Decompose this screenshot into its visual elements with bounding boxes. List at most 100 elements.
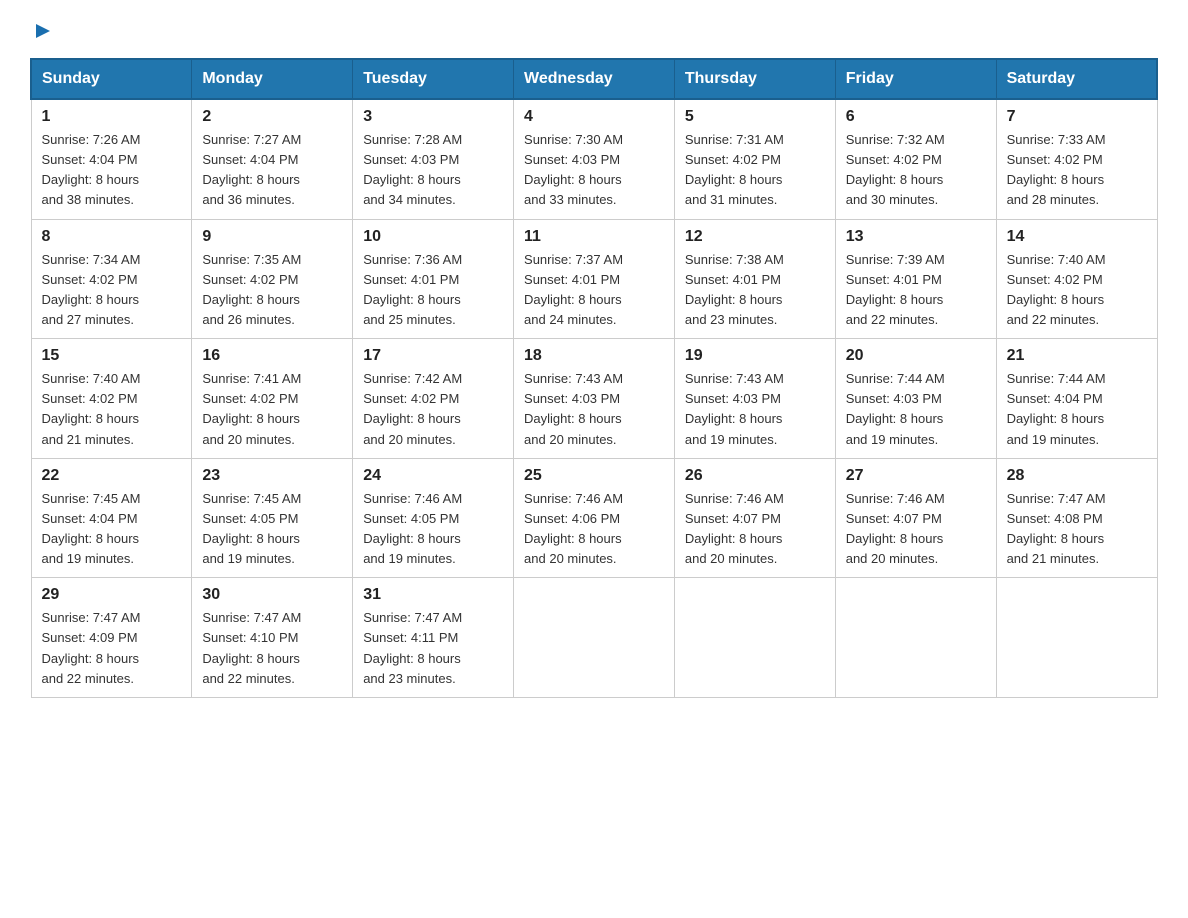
day-info: Sunrise: 7:38 AMSunset: 4:01 PMDaylight:… xyxy=(685,250,825,331)
day-info: Sunrise: 7:46 AMSunset: 4:07 PMDaylight:… xyxy=(685,489,825,570)
day-info: Sunrise: 7:46 AMSunset: 4:06 PMDaylight:… xyxy=(524,489,664,570)
calendar-day-cell: 12 Sunrise: 7:38 AMSunset: 4:01 PMDayligh… xyxy=(674,219,835,339)
day-number: 27 xyxy=(846,467,986,485)
calendar-week-row: 22Sunrise: 7:45 AMSunset: 4:04 PMDayligh… xyxy=(31,458,1157,578)
day-info: Sunrise: 7:46 AMSunset: 4:05 PMDaylight:… xyxy=(363,489,503,570)
calendar-day-cell: 26 Sunrise: 7:46 AMSunset: 4:07 PMDayligh… xyxy=(674,458,835,578)
calendar-day-cell: 7 Sunrise: 7:33 AMSunset: 4:02 PMDaylight… xyxy=(996,99,1157,219)
day-number: 23 xyxy=(202,467,342,485)
day-info: Sunrise: 7:28 AMSunset: 4:03 PMDaylight:… xyxy=(363,130,503,211)
day-info: Sunrise: 7:27 AMSunset: 4:04 PMDaylight:… xyxy=(202,130,342,211)
header-monday: Monday xyxy=(192,59,353,99)
day-number: 15 xyxy=(42,347,182,365)
day-number: 11 xyxy=(524,228,664,246)
day-number: 24 xyxy=(363,467,503,485)
day-info: Sunrise: 7:40 AMSunset: 4:02 PMDaylight:… xyxy=(1007,250,1147,331)
day-info: Sunrise: 7:47 AMSunset: 4:11 PMDaylight:… xyxy=(363,608,503,689)
calendar-day-cell: 31 Sunrise: 7:47 AMSunset: 4:11 PMDayligh… xyxy=(353,578,514,698)
header-saturday: Saturday xyxy=(996,59,1157,99)
day-info: Sunrise: 7:47 AMSunset: 4:09 PMDaylight:… xyxy=(42,608,182,689)
day-number: 30 xyxy=(202,586,342,604)
calendar-body: 1 Sunrise: 7:26 AMSunset: 4:04 PMDaylight… xyxy=(31,99,1157,697)
day-info: Sunrise: 7:30 AMSunset: 4:03 PMDaylight:… xyxy=(524,130,664,211)
empty-cell xyxy=(996,578,1157,698)
day-number: 21 xyxy=(1007,347,1147,365)
day-info: Sunrise: 7:41 AMSunset: 4:02 PMDaylight:… xyxy=(202,369,342,450)
calendar-day-cell: 2 Sunrise: 7:27 AMSunset: 4:04 PMDaylight… xyxy=(192,99,353,219)
calendar-day-cell: 9 Sunrise: 7:35 AMSunset: 4:02 PMDaylight… xyxy=(192,219,353,339)
day-info: Sunrise: 7:35 AMSunset: 4:02 PMDaylight:… xyxy=(202,250,342,331)
day-number: 6 xyxy=(846,108,986,126)
day-info: Sunrise: 7:26 AMSunset: 4:04 PMDaylight:… xyxy=(42,130,182,211)
calendar-day-cell: 22Sunrise: 7:45 AMSunset: 4:04 PMDayligh… xyxy=(31,458,192,578)
empty-cell xyxy=(514,578,675,698)
day-info: Sunrise: 7:33 AMSunset: 4:02 PMDaylight:… xyxy=(1007,130,1147,211)
day-info: Sunrise: 7:45 AMSunset: 4:04 PMDaylight:… xyxy=(42,489,182,570)
day-number: 7 xyxy=(1007,108,1147,126)
calendar-day-cell: 19Sunrise: 7:43 AMSunset: 4:03 PMDayligh… xyxy=(674,339,835,459)
day-number: 29 xyxy=(42,586,182,604)
day-info: Sunrise: 7:44 AMSunset: 4:03 PMDaylight:… xyxy=(846,369,986,450)
day-number: 28 xyxy=(1007,467,1147,485)
calendar-day-cell: 4Sunrise: 7:30 AMSunset: 4:03 PMDaylight… xyxy=(514,99,675,219)
calendar-week-row: 15 Sunrise: 7:40 AMSunset: 4:02 PMDayligh… xyxy=(31,339,1157,459)
calendar-day-cell: 28 Sunrise: 7:47 AMSunset: 4:08 PMDayligh… xyxy=(996,458,1157,578)
day-info: Sunrise: 7:31 AMSunset: 4:02 PMDaylight:… xyxy=(685,130,825,211)
day-number: 13 xyxy=(846,228,986,246)
day-number: 26 xyxy=(685,467,825,485)
day-number: 1 xyxy=(42,108,182,126)
day-info: Sunrise: 7:39 AMSunset: 4:01 PMDaylight:… xyxy=(846,250,986,331)
calendar-day-cell: 24 Sunrise: 7:46 AMSunset: 4:05 PMDayligh… xyxy=(353,458,514,578)
calendar-header: Sunday Monday Tuesday Wednesday Thursday… xyxy=(31,59,1157,99)
day-number: 17 xyxy=(363,347,503,365)
day-number: 25 xyxy=(524,467,664,485)
calendar-day-cell: 27 Sunrise: 7:46 AMSunset: 4:07 PMDayligh… xyxy=(835,458,996,578)
day-info: Sunrise: 7:40 AMSunset: 4:02 PMDaylight:… xyxy=(42,369,182,450)
day-info: Sunrise: 7:46 AMSunset: 4:07 PMDaylight:… xyxy=(846,489,986,570)
day-info: Sunrise: 7:45 AMSunset: 4:05 PMDaylight:… xyxy=(202,489,342,570)
header xyxy=(30,20,1158,42)
day-number: 8 xyxy=(42,228,182,246)
day-number: 18 xyxy=(524,347,664,365)
day-info: Sunrise: 7:32 AMSunset: 4:02 PMDaylight:… xyxy=(846,130,986,211)
calendar-day-cell: 15 Sunrise: 7:40 AMSunset: 4:02 PMDayligh… xyxy=(31,339,192,459)
day-number: 31 xyxy=(363,586,503,604)
day-info: Sunrise: 7:43 AMSunset: 4:03 PMDaylight:… xyxy=(524,369,664,450)
calendar-day-cell: 30 Sunrise: 7:47 AMSunset: 4:10 PMDayligh… xyxy=(192,578,353,698)
calendar-day-cell: 5 Sunrise: 7:31 AMSunset: 4:02 PMDaylight… xyxy=(674,99,835,219)
day-number: 12 xyxy=(685,228,825,246)
day-number: 16 xyxy=(202,347,342,365)
day-info: Sunrise: 7:37 AMSunset: 4:01 PMDaylight:… xyxy=(524,250,664,331)
header-thursday: Thursday xyxy=(674,59,835,99)
day-info: Sunrise: 7:47 AMSunset: 4:08 PMDaylight:… xyxy=(1007,489,1147,570)
day-number: 14 xyxy=(1007,228,1147,246)
logo-arrow-icon xyxy=(32,20,54,42)
day-number: 2 xyxy=(202,108,342,126)
calendar-day-cell: 11 Sunrise: 7:37 AMSunset: 4:01 PMDayligh… xyxy=(514,219,675,339)
calendar-week-row: 8Sunrise: 7:34 AMSunset: 4:02 PMDaylight… xyxy=(31,219,1157,339)
day-info: Sunrise: 7:44 AMSunset: 4:04 PMDaylight:… xyxy=(1007,369,1147,450)
day-info: Sunrise: 7:36 AMSunset: 4:01 PMDaylight:… xyxy=(363,250,503,331)
calendar-table: Sunday Monday Tuesday Wednesday Thursday… xyxy=(30,58,1158,698)
calendar-day-cell: 29 Sunrise: 7:47 AMSunset: 4:09 PMDayligh… xyxy=(31,578,192,698)
calendar-day-cell: 10 Sunrise: 7:36 AMSunset: 4:01 PMDayligh… xyxy=(353,219,514,339)
calendar-day-cell: 20 Sunrise: 7:44 AMSunset: 4:03 PMDayligh… xyxy=(835,339,996,459)
day-number: 20 xyxy=(846,347,986,365)
day-number: 9 xyxy=(202,228,342,246)
calendar-day-cell: 6 Sunrise: 7:32 AMSunset: 4:02 PMDaylight… xyxy=(835,99,996,219)
empty-cell xyxy=(674,578,835,698)
calendar-day-cell: 17 Sunrise: 7:42 AMSunset: 4:02 PMDayligh… xyxy=(353,339,514,459)
day-number: 19 xyxy=(685,347,825,365)
day-number: 10 xyxy=(363,228,503,246)
calendar-day-cell: 23 Sunrise: 7:45 AMSunset: 4:05 PMDayligh… xyxy=(192,458,353,578)
header-wednesday: Wednesday xyxy=(514,59,675,99)
empty-cell xyxy=(835,578,996,698)
day-number: 3 xyxy=(363,108,503,126)
day-number: 5 xyxy=(685,108,825,126)
calendar-day-cell: 21 Sunrise: 7:44 AMSunset: 4:04 PMDayligh… xyxy=(996,339,1157,459)
day-info: Sunrise: 7:42 AMSunset: 4:02 PMDaylight:… xyxy=(363,369,503,450)
calendar-day-cell: 16 Sunrise: 7:41 AMSunset: 4:02 PMDayligh… xyxy=(192,339,353,459)
day-info: Sunrise: 7:47 AMSunset: 4:10 PMDaylight:… xyxy=(202,608,342,689)
calendar-day-cell: 25 Sunrise: 7:46 AMSunset: 4:06 PMDayligh… xyxy=(514,458,675,578)
calendar-day-cell: 8Sunrise: 7:34 AMSunset: 4:02 PMDaylight… xyxy=(31,219,192,339)
